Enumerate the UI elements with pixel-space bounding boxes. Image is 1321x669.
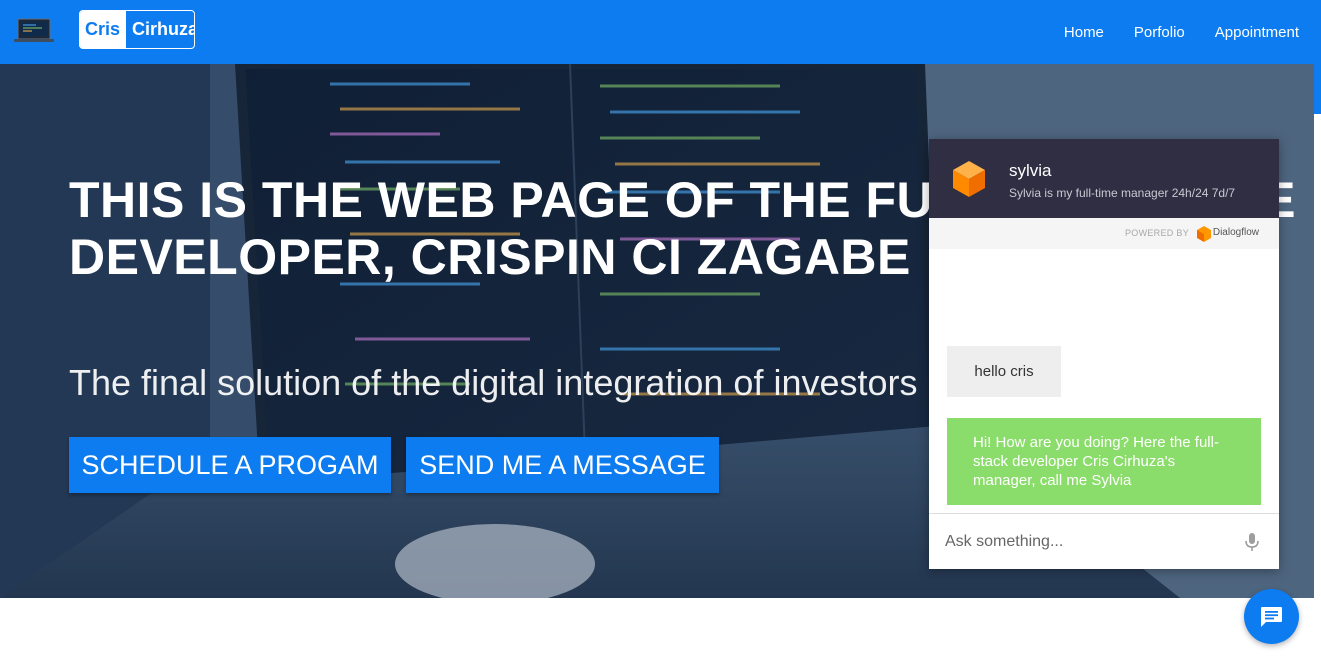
bot-message: Hi! How are you doing? Here the full-sta… (947, 418, 1261, 505)
chat-bubble-icon (1261, 607, 1282, 627)
bot-description: Sylvia is my full-time manager 24h/24 7d… (1009, 186, 1236, 200)
brand-first-name: Cris (80, 11, 127, 48)
bot-cube-icon (953, 161, 985, 197)
user-message: hello cris (947, 346, 1061, 397)
dialogflow-icon (1197, 226, 1211, 242)
powered-by-label: POWERED BY (1124, 228, 1189, 238)
chat-toggle-button[interactable] (1244, 589, 1299, 644)
scrollbar-thumb[interactable] (1314, 64, 1321, 114)
powered-by-bar: POWERED BY Dialogflow (929, 218, 1279, 249)
brand-logo[interactable]: Cris Cirhuza (79, 10, 195, 49)
chat-input-bar (929, 513, 1279, 569)
nav-link-portfolio[interactable]: Porfolio (1134, 24, 1185, 41)
chat-widget: sylvia Sylvia is my full-time manager 24… (929, 139, 1279, 569)
microphone-icon[interactable] (1245, 533, 1259, 551)
schedule-program-button[interactable]: SCHEDULE A PROGAM (69, 437, 391, 493)
dialogflow-label: Dialogflow (1212, 227, 1259, 238)
bot-name: sylvia (1009, 161, 1052, 180)
send-message-button[interactable]: SEND ME A MESSAGE (406, 437, 719, 493)
navbar: Cris Cirhuza Home Porfolio Appointment (0, 0, 1321, 64)
laptop-icon (14, 18, 54, 42)
nav-link-home[interactable]: Home (1064, 24, 1104, 41)
chat-input[interactable] (945, 529, 1235, 555)
chat-header: sylvia Sylvia is my full-time manager 24… (929, 139, 1279, 218)
brand-last-name: Cirhuza (132, 19, 195, 39)
nav-links: Home Porfolio Appointment (1064, 0, 1299, 64)
nav-link-appointment[interactable]: Appointment (1215, 24, 1299, 41)
